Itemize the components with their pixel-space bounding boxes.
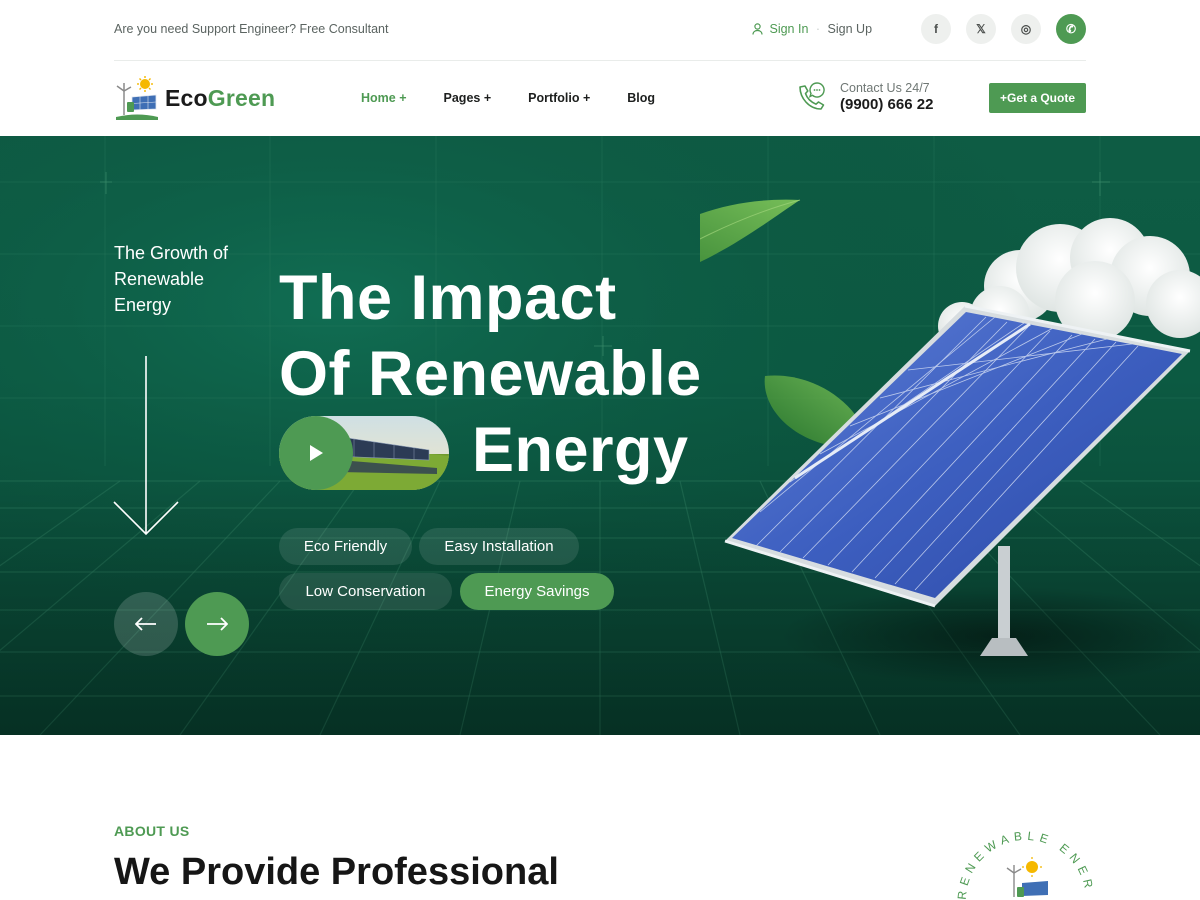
- tag-low-conservation[interactable]: Low Conservation: [279, 573, 452, 610]
- support-text: Are you need Support Engineer? Free Cons…: [114, 22, 389, 36]
- facebook-icon[interactable]: f: [921, 14, 951, 44]
- get-quote-button[interactable]: +Get a Quote: [989, 83, 1086, 113]
- auth-links: Sign In · Sign Up: [752, 22, 872, 38]
- main-menu: Home + Pages + Portfolio + Blog: [361, 91, 655, 105]
- hero-title-line-3: Energy: [472, 415, 689, 485]
- top-bar: Are you need Support Engineer? Free Cons…: [114, 0, 1086, 61]
- solar-panel-illustration: [700, 199, 1200, 686]
- renewable-energy-badge: RENEWABLE ENER: [955, 829, 1092, 900]
- arrow-left-icon: [135, 617, 156, 631]
- sign-in-link[interactable]: Sign In: [769, 22, 808, 36]
- arrow-down-icon: [113, 356, 179, 536]
- play-button[interactable]: [279, 416, 353, 490]
- hero-side-text: The Growth of Renewable Energy: [114, 243, 229, 315]
- brand-green: Green: [207, 84, 276, 111]
- about-eyebrow: ABOUT US: [114, 823, 190, 839]
- brand-eco: Eco: [165, 84, 208, 111]
- social-links: f 𝕏 ◎ ✆: [921, 14, 1086, 44]
- phone-chat-icon: [799, 82, 825, 110]
- logo[interactable]: EcoGreen: [114, 75, 275, 121]
- hero-title-line-2: Of Renewable: [279, 339, 702, 409]
- nav-item-blog[interactable]: Blog: [627, 91, 655, 105]
- nav-item-portfolio[interactable]: Portfolio +: [528, 91, 590, 105]
- instagram-icon[interactable]: ◎: [1011, 14, 1041, 44]
- tag-easy-installation[interactable]: Easy Installation: [419, 528, 579, 565]
- contact-block[interactable]: Contact Us 24/7 (9900) 666 22: [796, 81, 933, 113]
- hero-banner: The Growth of Renewable Energy The Impac…: [0, 136, 1200, 735]
- nav-item-pages[interactable]: Pages +: [444, 91, 492, 105]
- hero-title-line-1: The Impact: [279, 263, 617, 333]
- main-navbar: EcoGreen Home + Pages + Portfolio + Blog…: [114, 61, 1086, 135]
- divider: ·: [815, 22, 821, 36]
- contact-phone[interactable]: (9900) 666 22: [840, 96, 933, 113]
- tag-eco-friendly[interactable]: Eco Friendly: [279, 528, 412, 565]
- user-icon: [752, 23, 763, 38]
- contact-label: Contact Us 24/7: [840, 81, 930, 95]
- whatsapp-icon[interactable]: ✆: [1056, 14, 1086, 44]
- prev-slide-button[interactable]: [114, 592, 178, 656]
- x-twitter-icon[interactable]: 𝕏: [966, 14, 996, 44]
- nav-item-home[interactable]: Home +: [361, 91, 407, 105]
- solar-logo-icon: [116, 76, 158, 120]
- arrow-right-icon: [207, 617, 228, 631]
- hero-title: The Impact Of Renewable Energy: [279, 260, 702, 485]
- sign-up-link[interactable]: Sign Up: [828, 22, 872, 36]
- about-title: We Provide Professional: [114, 851, 559, 893]
- play-icon: [310, 445, 323, 461]
- tag-energy-savings[interactable]: Energy Savings: [460, 573, 614, 610]
- brand-name: EcoGreen: [165, 85, 275, 112]
- next-slide-button[interactable]: [185, 592, 249, 656]
